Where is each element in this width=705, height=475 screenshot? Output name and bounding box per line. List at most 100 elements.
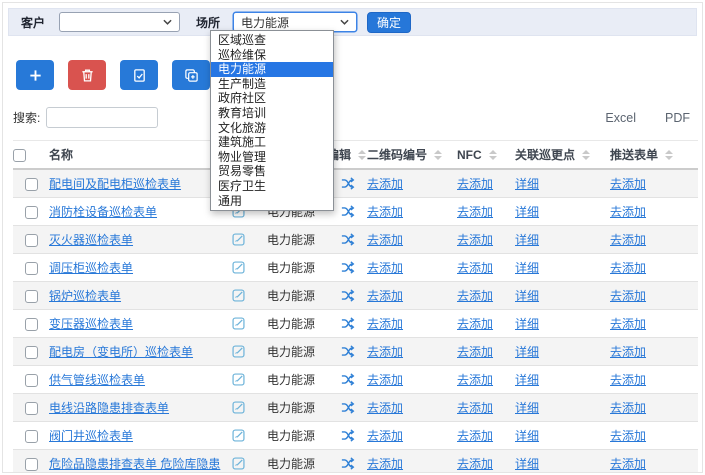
patrol-detail-link[interactable]: 详细 bbox=[515, 261, 539, 275]
patrol-column-header[interactable]: 关联巡更点 bbox=[515, 141, 610, 170]
edit-icon[interactable] bbox=[340, 372, 355, 387]
sort-icon[interactable] bbox=[434, 150, 442, 160]
place-option[interactable]: 物业管理 bbox=[211, 150, 333, 165]
preview-icon[interactable] bbox=[231, 344, 246, 359]
push-add-link[interactable]: 去添加 bbox=[610, 457, 646, 471]
place-option[interactable]: 贸易零售 bbox=[211, 164, 333, 179]
row-checkbox[interactable] bbox=[25, 178, 38, 191]
push-add-link[interactable]: 去添加 bbox=[610, 345, 646, 359]
push-add-link[interactable]: 去添加 bbox=[610, 429, 646, 443]
qr-add-link[interactable]: 去添加 bbox=[367, 373, 403, 387]
qr-column-header[interactable]: 二维码编号 bbox=[367, 141, 457, 170]
edit-icon[interactable] bbox=[340, 400, 355, 415]
place-option[interactable]: 电力能源 bbox=[211, 62, 333, 77]
row-checkbox[interactable] bbox=[25, 374, 38, 387]
place-option[interactable]: 教育培训 bbox=[211, 106, 333, 121]
qr-add-link[interactable]: 去添加 bbox=[367, 261, 403, 275]
nfc-add-link[interactable]: 去添加 bbox=[457, 177, 493, 191]
patrol-detail-link[interactable]: 详细 bbox=[515, 345, 539, 359]
edit-icon[interactable] bbox=[340, 344, 355, 359]
preview-icon[interactable] bbox=[231, 260, 246, 275]
sort-icon[interactable] bbox=[582, 150, 590, 160]
preview-icon[interactable] bbox=[231, 288, 246, 303]
form-name-link[interactable]: 消防栓设备巡检表单 bbox=[49, 205, 157, 219]
copy-add-button[interactable] bbox=[172, 60, 210, 90]
qr-add-link[interactable]: 去添加 bbox=[367, 317, 403, 331]
push-add-link[interactable]: 去添加 bbox=[610, 261, 646, 275]
push-add-link[interactable]: 去添加 bbox=[610, 289, 646, 303]
push-add-link[interactable]: 去添加 bbox=[610, 233, 646, 247]
push-add-link[interactable]: 去添加 bbox=[610, 373, 646, 387]
patrol-detail-link[interactable]: 详细 bbox=[515, 233, 539, 247]
edit-icon[interactable] bbox=[340, 204, 355, 219]
form-name-link[interactable]: 灭火器巡检表单 bbox=[49, 233, 133, 247]
qr-add-link[interactable]: 去添加 bbox=[367, 429, 403, 443]
nfc-add-link[interactable]: 去添加 bbox=[457, 317, 493, 331]
form-check-button[interactable] bbox=[120, 60, 158, 90]
qr-add-link[interactable]: 去添加 bbox=[367, 177, 403, 191]
search-input[interactable] bbox=[46, 107, 158, 128]
nfc-add-link[interactable]: 去添加 bbox=[457, 289, 493, 303]
form-name-link[interactable]: 调压柜巡检表单 bbox=[49, 261, 133, 275]
preview-icon[interactable] bbox=[231, 316, 246, 331]
qr-add-link[interactable]: 去添加 bbox=[367, 345, 403, 359]
preview-icon[interactable] bbox=[231, 400, 246, 415]
edit-icon[interactable] bbox=[340, 232, 355, 247]
nfc-add-link[interactable]: 去添加 bbox=[457, 345, 493, 359]
edit-icon[interactable] bbox=[340, 260, 355, 275]
place-option[interactable]: 政府社区 bbox=[211, 91, 333, 106]
edit-icon[interactable] bbox=[340, 316, 355, 331]
patrol-detail-link[interactable]: 详细 bbox=[515, 289, 539, 303]
edit-icon[interactable] bbox=[340, 428, 355, 443]
row-checkbox[interactable] bbox=[25, 206, 38, 219]
form-name-link[interactable]: 电线沿路隐患排查表单 bbox=[49, 401, 169, 415]
push-add-link[interactable]: 去添加 bbox=[610, 401, 646, 415]
edit-icon[interactable] bbox=[340, 176, 355, 191]
nfc-add-link[interactable]: 去添加 bbox=[457, 429, 493, 443]
nfc-add-link[interactable]: 去添加 bbox=[457, 373, 493, 387]
place-option[interactable]: 医疗卫生 bbox=[211, 179, 333, 194]
edit-icon[interactable] bbox=[340, 456, 355, 471]
preview-icon[interactable] bbox=[231, 232, 246, 247]
form-name-link[interactable]: 配电房（变电所）巡检表单 bbox=[49, 345, 193, 359]
form-name-link[interactable]: 变压器巡检表单 bbox=[49, 317, 133, 331]
patrol-detail-link[interactable]: 详细 bbox=[515, 401, 539, 415]
push-column-header[interactable]: 推送表单 bbox=[610, 141, 698, 170]
qr-add-link[interactable]: 去添加 bbox=[367, 289, 403, 303]
form-name-link[interactable]: 危险品隐患排查表单 危险库隐患 bbox=[49, 457, 220, 471]
push-add-link[interactable]: 去添加 bbox=[610, 317, 646, 331]
sort-icon[interactable] bbox=[489, 150, 497, 160]
qr-add-link[interactable]: 去添加 bbox=[367, 233, 403, 247]
place-option[interactable]: 建筑施工 bbox=[211, 135, 333, 150]
nfc-add-link[interactable]: 去添加 bbox=[457, 457, 493, 471]
patrol-detail-link[interactable]: 详细 bbox=[515, 177, 539, 191]
row-checkbox[interactable] bbox=[25, 234, 38, 247]
patrol-detail-link[interactable]: 详细 bbox=[515, 429, 539, 443]
row-checkbox[interactable] bbox=[25, 346, 38, 359]
form-name-link[interactable]: 配电间及配电柜巡检表单 bbox=[49, 177, 181, 191]
add-button[interactable] bbox=[16, 60, 54, 90]
push-add-link[interactable]: 去添加 bbox=[610, 205, 646, 219]
qr-add-link[interactable]: 去添加 bbox=[367, 205, 403, 219]
preview-icon[interactable] bbox=[231, 372, 246, 387]
row-checkbox[interactable] bbox=[25, 318, 38, 331]
row-checkbox[interactable] bbox=[25, 430, 38, 443]
qr-add-link[interactable]: 去添加 bbox=[367, 401, 403, 415]
place-option[interactable]: 巡检维保 bbox=[211, 48, 333, 63]
patrol-detail-link[interactable]: 详细 bbox=[515, 373, 539, 387]
form-name-link[interactable]: 阀门井巡检表单 bbox=[49, 429, 133, 443]
patrol-detail-link[interactable]: 详细 bbox=[515, 457, 539, 471]
nfc-add-link[interactable]: 去添加 bbox=[457, 261, 493, 275]
push-add-link[interactable]: 去添加 bbox=[610, 177, 646, 191]
nfc-column-header[interactable]: NFC bbox=[457, 141, 515, 170]
export-excel-link[interactable]: Excel bbox=[605, 111, 636, 125]
row-checkbox[interactable] bbox=[25, 402, 38, 415]
place-option[interactable]: 文化旅游 bbox=[211, 121, 333, 136]
sort-icon[interactable] bbox=[665, 150, 673, 160]
sort-icon[interactable] bbox=[358, 150, 366, 160]
place-option[interactable]: 通用 bbox=[211, 194, 333, 209]
patrol-detail-link[interactable]: 详细 bbox=[515, 205, 539, 219]
nfc-add-link[interactable]: 去添加 bbox=[457, 401, 493, 415]
patrol-detail-link[interactable]: 详细 bbox=[515, 317, 539, 331]
preview-icon[interactable] bbox=[231, 428, 246, 443]
